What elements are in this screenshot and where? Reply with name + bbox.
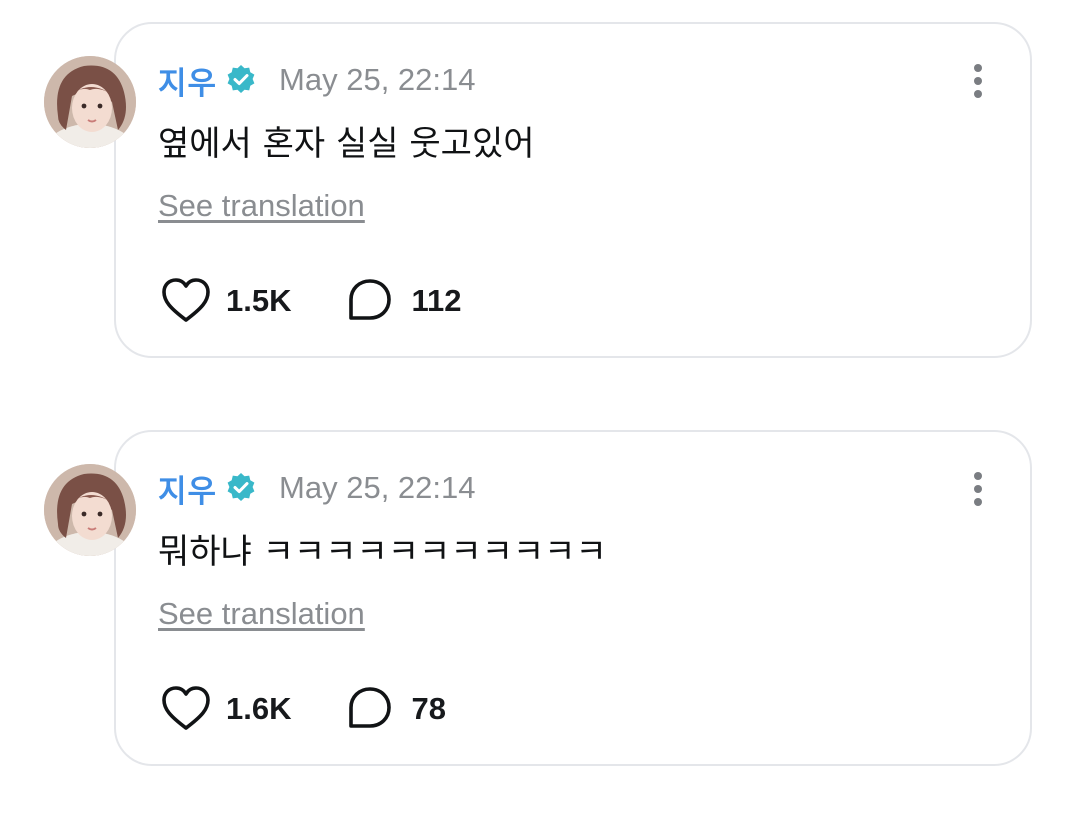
author-name[interactable]: 지우 — [158, 58, 217, 103]
post: 지우 May 25, 22:14 옆에서 혼자 실실 웃고있어 See tran… — [0, 22, 1080, 362]
avatar[interactable] — [44, 464, 136, 556]
comment-bubble-icon — [345, 684, 397, 734]
like-button[interactable]: 1.6K — [160, 684, 291, 734]
comment-count: 112 — [411, 283, 462, 318]
post-header: 지우 May 25, 22:14 — [158, 58, 476, 102]
comment-count: 78 — [411, 691, 446, 726]
more-options-icon[interactable] — [966, 62, 990, 102]
verified-badge-icon — [225, 472, 257, 504]
avatar[interactable] — [44, 56, 136, 148]
post-actions: 1.6K 78 — [160, 684, 446, 734]
post-header: 지우 May 25, 22:14 — [158, 466, 476, 510]
see-translation-link[interactable]: See translation — [158, 596, 365, 632]
comment-button[interactable]: 112 — [345, 276, 462, 326]
post: 지우 May 25, 22:14 뭐하냐 ㅋㅋㅋㅋㅋㅋㅋㅋㅋㅋㅋ See tra… — [0, 430, 1080, 770]
post-text: 뭐하냐 ㅋㅋㅋㅋㅋㅋㅋㅋㅋㅋㅋ — [158, 532, 607, 572]
verified-badge-icon — [225, 64, 257, 96]
post-timestamp: May 25, 22:14 — [279, 62, 476, 97]
author-name[interactable]: 지우 — [158, 466, 217, 511]
heart-icon — [160, 276, 212, 326]
like-count: 1.6K — [226, 691, 292, 726]
like-button[interactable]: 1.5K — [160, 276, 291, 326]
post-text: 옆에서 혼자 실실 웃고있어 — [158, 124, 535, 164]
post-actions: 1.5K 112 — [160, 276, 462, 326]
more-options-icon[interactable] — [966, 470, 990, 510]
comment-button[interactable]: 78 — [345, 684, 446, 734]
see-translation-link[interactable]: See translation — [158, 188, 365, 224]
post-timestamp: May 25, 22:14 — [279, 470, 476, 505]
like-count: 1.5K — [226, 283, 292, 318]
heart-icon — [160, 684, 212, 734]
comment-bubble-icon — [345, 276, 397, 326]
